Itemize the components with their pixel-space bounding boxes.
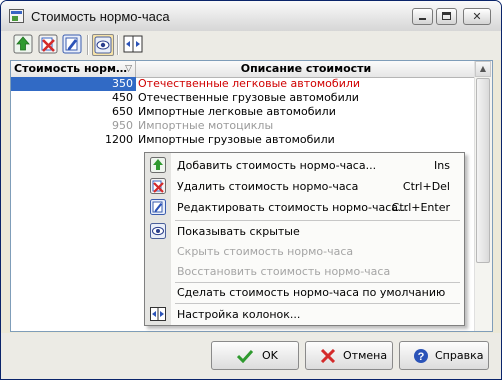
delete-icon <box>38 34 58 54</box>
cell-cost: 450 <box>112 91 133 104</box>
table-row[interactable]: 950 Импортные мотоциклы <box>11 119 475 133</box>
edit-icon <box>150 199 166 215</box>
menu-item-shortcut: Ctrl+Enter <box>391 201 450 214</box>
minimize-icon <box>413 9 432 24</box>
title-bar[interactable]: Стоимость нормо-часа ✕ <box>1 1 501 32</box>
menu-item-columns[interactable]: Настройка колонок... <box>145 303 464 325</box>
menu-item-label: Сделать стоимость нормо-часа по умолчани… <box>177 286 446 299</box>
toolbar-show-hidden-button[interactable] <box>92 34 114 56</box>
maximize-icon <box>437 9 456 24</box>
menu-item-add[interactable]: Добавить стоимость нормо-часа... Ins <box>145 154 464 176</box>
add-icon <box>150 157 166 173</box>
app-window-icon <box>9 9 24 23</box>
maximize-button[interactable] <box>436 8 457 25</box>
menu-item-hide[interactable]: Скрыть стоимость нормо-часа <box>145 240 464 262</box>
window-title: Стоимость нормо-часа <box>31 9 170 24</box>
toolbar-edit-button[interactable] <box>62 34 84 56</box>
context-menu: Добавить стоимость нормо-часа... Ins Уда… <box>144 152 465 326</box>
table-row[interactable]: 450 Отечественные грузовые автомобили <box>11 91 475 105</box>
help-label: Справка <box>435 349 484 362</box>
help-icon: ? <box>414 349 428 363</box>
dialog-footer: OK Отмена ? Справка <box>1 333 501 379</box>
delete-icon <box>150 178 166 194</box>
menu-item-label: Показывать скрытые <box>177 225 300 238</box>
column-header-cost[interactable]: Стоимость норм… ▽ <box>11 61 136 77</box>
columns-icon <box>150 307 166 321</box>
column-header-description[interactable]: Описание стоимости <box>137 61 475 77</box>
check-icon <box>237 349 253 363</box>
menu-item-label: Восстановить стоимость нормо-часа <box>177 265 391 278</box>
table-row[interactable]: 650 Импортные легковые автомобили <box>11 105 475 119</box>
toolbar <box>1 31 501 60</box>
cancel-label: Отмена <box>343 349 388 362</box>
cell-description: Импортные мотоциклы <box>138 119 274 132</box>
filter-icon[interactable]: ▽ <box>125 62 132 77</box>
close-icon: ✕ <box>472 10 482 23</box>
cell-cost: 650 <box>112 105 133 118</box>
columns-icon <box>123 35 143 53</box>
toolbar-separator <box>87 35 89 55</box>
menu-item-shortcut: Ctrl+Del <box>402 180 450 193</box>
show-hidden-icon <box>94 36 112 54</box>
cell-description: Импортные легковые автомобили <box>138 105 336 118</box>
ok-label: OK <box>262 349 278 362</box>
menu-item-show-hidden[interactable]: Показывать скрытые <box>145 220 464 242</box>
ok-button[interactable]: OK <box>211 341 299 370</box>
menu-item-set-default[interactable]: Сделать стоимость нормо-часа по умолчани… <box>145 281 464 303</box>
table-row[interactable]: 350 Отечественные легковые автомобили <box>11 77 475 91</box>
toolbar-delete-button[interactable] <box>38 34 60 56</box>
vertical-scrollbar[interactable]: ▲ <box>474 61 492 331</box>
cell-cost: 350 <box>11 77 136 91</box>
minimize-button[interactable] <box>412 8 433 25</box>
edit-icon <box>62 34 82 54</box>
menu-item-shortcut: Ins <box>434 159 450 172</box>
close-button[interactable]: ✕ <box>463 8 491 25</box>
table-row[interactable]: 1200 Импортные грузовые автомобили <box>11 133 475 147</box>
cancel-button[interactable]: Отмена <box>305 341 393 370</box>
cost-per-hour-window: Стоимость нормо-часа ✕ Стоимость норм… ▽… <box>0 0 502 380</box>
menu-item-label: Настройка колонок... <box>177 308 301 321</box>
menu-item-edit[interactable]: Редактировать стоимость нормо-часа... Ct… <box>145 196 464 218</box>
toolbar-add-button[interactable] <box>13 34 35 56</box>
menu-item-label: Удалить стоимость нормо-часа <box>177 180 359 193</box>
toolbar-columns-button[interactable] <box>123 34 145 56</box>
help-button[interactable]: ? Справка <box>399 341 489 370</box>
scroll-thumb[interactable] <box>476 78 490 263</box>
table-header: Стоимость норм… ▽ Описание стоимости <box>11 61 475 78</box>
cell-description: Импортные грузовые автомобили <box>138 133 335 146</box>
show-hidden-icon <box>150 223 166 239</box>
cancel-icon <box>320 349 336 363</box>
cell-description: Отечественные грузовые автомобили <box>138 91 359 104</box>
menu-item-restore[interactable]: Восстановить стоимость нормо-часа <box>145 260 464 282</box>
scroll-up-icon[interactable]: ▲ <box>475 61 491 77</box>
add-icon <box>13 34 33 54</box>
menu-item-delete[interactable]: Удалить стоимость нормо-часа Ctrl+Del <box>145 175 464 197</box>
menu-item-label: Редактировать стоимость нормо-часа... <box>177 201 409 214</box>
column-header-cost-label: Стоимость норм… <box>14 62 127 75</box>
cell-cost: 950 <box>112 119 133 132</box>
cell-cost: 1200 <box>105 133 133 146</box>
toolbar-separator-2 <box>117 35 119 55</box>
cell-description: Отечественные легковые автомобили <box>138 77 361 90</box>
menu-item-label: Добавить стоимость нормо-часа... <box>177 159 377 172</box>
menu-item-label: Скрыть стоимость нормо-часа <box>177 245 354 258</box>
svg-text:?: ? <box>418 351 425 363</box>
